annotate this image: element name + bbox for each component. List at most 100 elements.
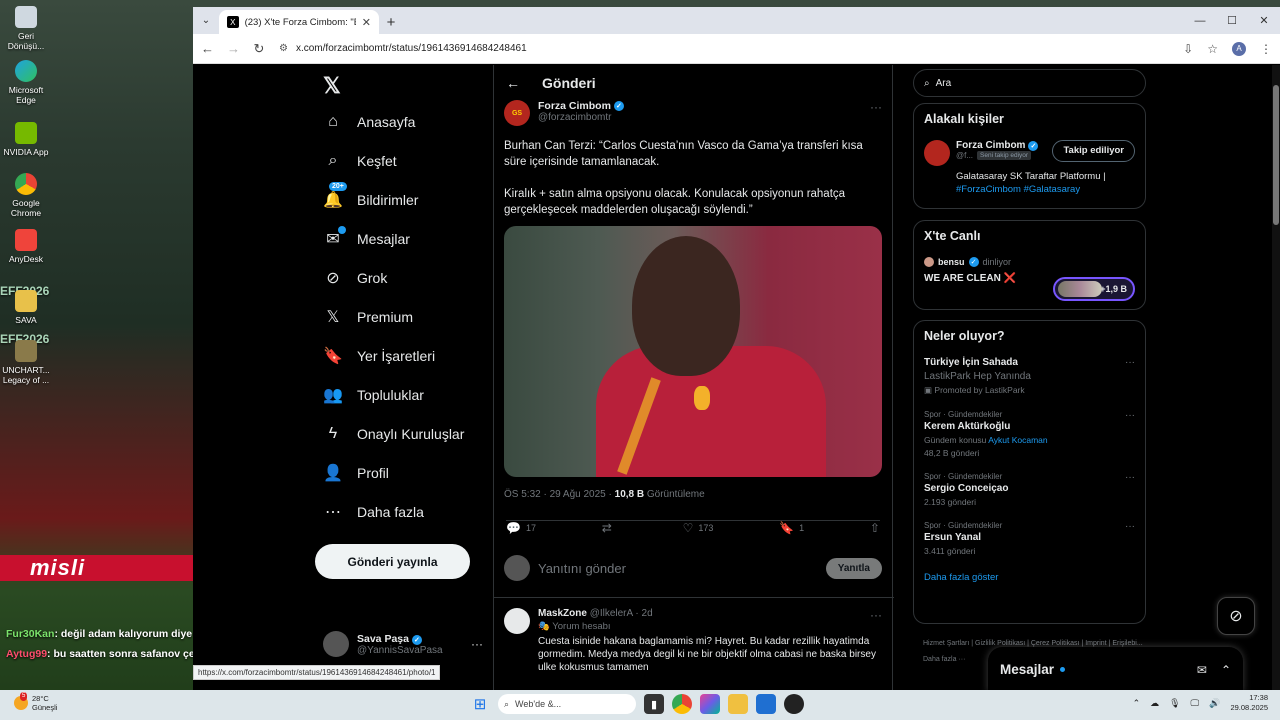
desktop-icon-anydesk[interactable]: AnyDesk <box>2 229 50 264</box>
right-sidebar: ⌕ Ara Alakalı kişiler Forza Cimbom ✓ @f...… <box>913 65 1146 690</box>
scrollbar-thumb[interactable] <box>1273 85 1279 225</box>
trend-more-icon[interactable]: ··· <box>1125 410 1135 421</box>
back-arrow-icon[interactable]: ← <box>201 41 214 56</box>
search-input[interactable]: ⌕ Ara <box>913 69 1146 97</box>
show-more-link[interactable]: Daha fazla göster <box>924 572 1135 583</box>
post-more-icon[interactable]: ··· <box>870 100 882 126</box>
desktop-icon-sava[interactable]: SAVA <box>2 290 50 325</box>
reply-input[interactable]: Yanıtını gönder <box>538 561 626 576</box>
maximize-button[interactable]: ☐ <box>1216 7 1248 34</box>
nav-item-messages[interactable]: ✉ Mesajlar <box>323 226 410 249</box>
trend-more-icon[interactable]: ··· <box>1125 357 1135 368</box>
relevant-people-card: Alakalı kişiler Forza Cimbom ✓ @f... Seni … <box>913 103 1146 209</box>
desktop-icon-uncharted[interactable]: UNCHART... Legacy of ... <box>2 340 50 385</box>
nav-item-notifications[interactable]: 🔔 20+ Bildirimler <box>323 182 418 210</box>
nav-item-home[interactable]: ⌂ Anasayfa <box>323 112 415 132</box>
menu-kebab-icon[interactable]: ⋮ <box>1260 42 1272 56</box>
reply-composer: Yanıtını gönder Yanıtla <box>504 555 882 581</box>
author-name[interactable]: Forza Cimbom ✓ <box>538 100 624 112</box>
scrollbar[interactable] <box>1272 65 1280 690</box>
desktop-icon-chrome[interactable]: Google Chrome <box>2 173 50 218</box>
install-app-icon[interactable]: ⇩ <box>1183 42 1193 56</box>
avatar <box>924 140 950 166</box>
grok-button[interactable]: ⊘ <box>1217 597 1255 635</box>
expand-icon[interactable]: ⌃ <box>1221 663 1231 677</box>
author-avatar[interactable]: GS <box>504 100 530 126</box>
trend-more-icon[interactable]: ··· <box>1125 472 1135 483</box>
live-listeners-pill[interactable]: +1,9 B <box>1053 277 1135 301</box>
reload-icon[interactable]: ↻ <box>253 41 265 57</box>
window-controls: — ☐ ✕ <box>1184 7 1280 34</box>
minimize-button[interactable]: — <box>1184 7 1216 34</box>
trend-item[interactable]: Spor · Gündemdekiler Ersun Yanal 3.411 g… <box>924 521 1135 556</box>
nav-item-explore[interactable]: ⌕ Keşfet <box>323 151 397 171</box>
chrome-taskbar-icon[interactable] <box>672 694 692 714</box>
task-view-icon[interactable]: ▮ <box>644 694 664 714</box>
messages-drawer[interactable]: Mesajlar ✉ ⌃ <box>988 647 1243 690</box>
clock[interactable]: 17:38 29.08.2025 <box>1230 693 1268 713</box>
post-image[interactable] <box>504 226 882 477</box>
forward-arrow-icon[interactable]: → <box>227 41 240 56</box>
avatar <box>504 555 530 581</box>
back-arrow-icon[interactable]: ← <box>506 75 520 91</box>
following-button[interactable]: Takip ediliyor <box>1052 140 1135 162</box>
relevant-person[interactable]: Forza Cimbom ✓ @f... Seni takip ediyor Tak… <box>924 140 1135 166</box>
post-button[interactable]: Gönderi yayınla <box>315 544 470 579</box>
trend-item[interactable]: Spor · Gündemdekiler Sergio Conceiçao 2.… <box>924 472 1135 507</box>
reply-button[interactable]: Yanıtla <box>825 557 882 579</box>
copilot-icon[interactable] <box>700 694 720 714</box>
taskbar-search[interactable]: ⌕ Web'de &... <box>498 694 636 714</box>
desktop-icon-recycle[interactable]: Geri Dönüşü... <box>2 6 50 51</box>
trend-item[interactable]: Türkiye İçin Sahada LastikPark Hep Yanın… <box>924 357 1135 396</box>
reply-more-icon[interactable]: ··· <box>870 608 882 622</box>
heart-icon: ♡ <box>682 521 694 535</box>
site-info-icon[interactable]: ⚙ <box>279 43 288 54</box>
file-explorer-icon[interactable] <box>728 694 748 714</box>
cloud-icon[interactable]: ☁ <box>1150 698 1159 709</box>
volume-icon[interactable]: 🔊 <box>1209 698 1220 709</box>
nav-item-premium[interactable]: 𝕏 Premium <box>323 307 413 327</box>
trend-more-icon[interactable]: ··· <box>1125 521 1135 532</box>
nav-item-grok[interactable]: ⊘ Grok <box>323 268 387 288</box>
tray-chevron-icon[interactable]: ⌃ <box>1133 698 1141 709</box>
tab-close-icon[interactable]: ✕ <box>362 16 371 29</box>
app-icon[interactable] <box>784 694 804 714</box>
bookmark-action[interactable]: 🔖 1 <box>779 521 804 535</box>
desktop-icon-edge[interactable]: Microsoft Edge <box>2 60 50 105</box>
tab-search-chevron-icon[interactable]: ⌄ <box>193 7 219 34</box>
network-icon[interactable]: 🖵 <box>1191 698 1200 709</box>
weather-widget[interactable]: 5 28°C Güneşli <box>14 692 57 712</box>
close-window-button[interactable]: ✕ <box>1248 7 1280 34</box>
post-text: Burhan Can Terzi: “Carlos Cuesta’nın Vas… <box>504 138 880 234</box>
reply-post[interactable]: MaskZone @IlkelerA · 2d 🎭 Yorum hesabı C… <box>504 608 882 674</box>
taskbar-apps: ⊞ ⌕ Web'de &... ▮ <box>470 694 804 714</box>
folder-icon <box>15 290 37 312</box>
share-action[interactable]: ⇧ <box>870 521 880 535</box>
new-message-icon[interactable]: ✉ <box>1197 663 1207 677</box>
profile-avatar-icon[interactable]: A <box>1232 41 1246 56</box>
store-icon[interactable] <box>756 694 776 714</box>
active-tab[interactable]: X (23) X'te Forza Cimbom: "Burha ✕ <box>219 10 379 34</box>
search-icon: ⌕ <box>924 77 930 89</box>
account-switcher[interactable]: Sava Paşa ✓ @YannisSavaPasa ··· <box>323 631 483 657</box>
desktop-icon-nvidia[interactable]: NVIDIA App <box>2 122 50 157</box>
new-tab-button[interactable]: + <box>379 14 403 31</box>
trend-item[interactable]: Spor · Gündemdekiler Kerem Aktürkoğlu Gü… <box>924 410 1135 458</box>
nav-item-more[interactable]: ⋯ Daha fazla <box>323 502 424 522</box>
account-more-icon[interactable]: ··· <box>471 637 483 651</box>
author-handle[interactable]: @forzacimbomtr <box>538 112 624 123</box>
windows-start-icon[interactable]: ⊞ <box>470 694 490 714</box>
bookmark-star-icon[interactable]: ☆ <box>1207 42 1218 56</box>
x-logo-icon[interactable]: 𝕏 <box>323 73 341 99</box>
reply-action[interactable]: 💬 17 <box>506 521 536 535</box>
repost-action[interactable]: ⇄ <box>602 521 617 535</box>
nav-item-verified-orgs[interactable]: ϟ Onaylı Kuruluşlar <box>323 424 465 444</box>
nav-item-communities[interactable]: 👥 Topluluklar <box>323 385 424 405</box>
link-hover-status: https://x.com/forzacimbomtr/status/19614… <box>193 665 441 680</box>
url-field[interactable]: ⚙ x.com/forzacimbomtr/status/19614369146… <box>279 43 1169 54</box>
address-bar: ← → ↻ ⚙ x.com/forzacimbomtr/status/19614… <box>193 34 1280 64</box>
nav-item-bookmarks[interactable]: 🔖 Yer İşaretleri <box>323 346 435 366</box>
mic-icon[interactable]: 🎙 <box>1169 698 1180 709</box>
like-action[interactable]: ♡ 173 <box>683 521 714 535</box>
nav-item-profile[interactable]: 👤 Profil <box>323 463 389 483</box>
